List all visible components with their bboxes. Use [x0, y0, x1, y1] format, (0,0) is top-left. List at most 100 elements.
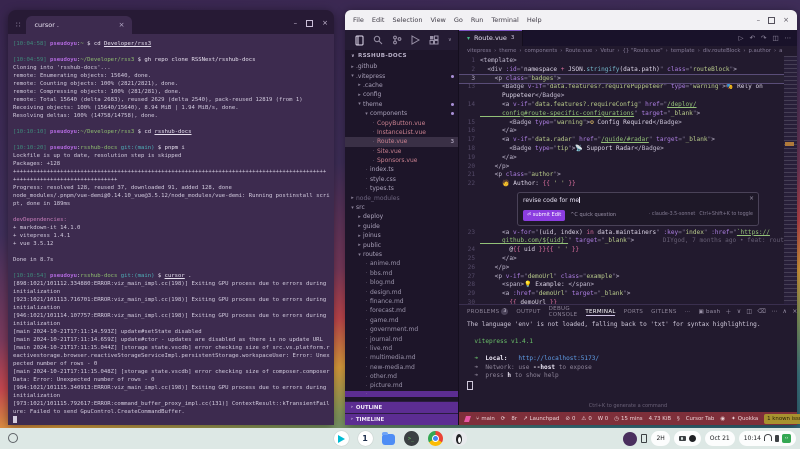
tree-item-src[interactable]: ▾src	[345, 203, 458, 212]
breadcrumb-item[interactable]: theme	[499, 48, 516, 54]
terminal-close-button[interactable]: ×	[322, 19, 328, 27]
status-cursor-tab[interactable]: Cursor Tab	[686, 416, 715, 422]
more-actions-icon[interactable]: ⋯	[785, 34, 792, 42]
tree-item-config[interactable]: ▸config	[345, 90, 458, 99]
status-1-known-issue[interactable]: 1 known issue	[764, 414, 800, 424]
tree-item-anime-md[interactable]: ·anime.md	[345, 259, 458, 268]
tree-item-multimedia-md[interactable]: ·multimedia.md	[345, 353, 458, 362]
panel-tab-ports[interactable]: PORTS	[624, 309, 643, 315]
shell-selector[interactable]: ▣bash	[698, 309, 720, 315]
menu-run[interactable]: Run	[471, 16, 483, 24]
launcher-button[interactable]	[8, 433, 18, 443]
code-editor[interactable]: 1<template>2 <div :id="namespace + JSON.…	[459, 56, 797, 304]
tree-item-design-md[interactable]: ·design.md	[345, 287, 458, 296]
ai-prompt-input[interactable]: revise code for me	[523, 197, 753, 206]
status-launchpad[interactable]: ↗Launchpad	[523, 416, 559, 422]
status-face[interactable]: ◉	[720, 416, 725, 422]
menu-file[interactable]: File	[353, 16, 364, 24]
tree-item--cache[interactable]: ▸.cache	[345, 81, 458, 90]
vscode-close-button[interactable]: ×	[783, 16, 789, 24]
tree-item-index-ts[interactable]: ·index.ts	[345, 165, 458, 174]
explorer-icon[interactable]	[355, 35, 364, 46]
status-sync[interactable]: ⟳	[501, 416, 506, 422]
tree-item-bbs-md[interactable]: ·bbs.md	[345, 269, 458, 278]
tree-item-theme[interactable]: ▾theme	[345, 100, 458, 109]
tree-item-components[interactable]: ▾components	[345, 109, 458, 118]
vscode-minimize-button[interactable]: –	[757, 16, 761, 24]
breadcrumb-item[interactable]: vitepress	[467, 48, 491, 54]
tree-item-types-ts[interactable]: ·types.ts	[345, 184, 458, 193]
tree-item--github[interactable]: ▸.github	[345, 62, 458, 71]
outline-section[interactable]: › OUTLINE	[345, 401, 458, 413]
tree-item-finance-md[interactable]: ·finance.md	[345, 297, 458, 306]
minimap[interactable]	[784, 56, 797, 304]
linux-penguin-icon[interactable]	[452, 431, 467, 446]
panel-tab-output[interactable]: OUTPUT	[516, 309, 540, 315]
status-quokka[interactable]: ✦Quokka	[731, 416, 758, 422]
explorer-root-label[interactable]: RSSHUB-DOCS	[358, 53, 407, 59]
terminal-output[interactable]: [10:04:58] pseudoyu:~ $ cd Developer/rss…	[8, 34, 334, 430]
status-15-mins[interactable]: ◷15 mins	[614, 416, 642, 422]
1password-icon[interactable]: 1	[358, 431, 373, 446]
back-icon[interactable]: ↶	[749, 34, 754, 42]
tab-route-vue[interactable]: ▾ Route.vue 3	[459, 30, 523, 46]
status--[interactable]: §	[677, 416, 680, 422]
panel-tab-terminal[interactable]: TERMINAL	[585, 309, 615, 315]
split-terminal-icon[interactable]: ◫	[746, 308, 752, 315]
new-terminal-icon[interactable]: ＋	[725, 307, 731, 316]
phone-battery-pill[interactable]: 2H	[651, 431, 669, 446]
status-main[interactable]: ⑂main	[476, 416, 495, 422]
timeline-section[interactable]: › TIMELINE	[345, 413, 458, 425]
tree-item-route-vue[interactable]: ·Route.vue3	[345, 137, 458, 146]
menu-terminal[interactable]: Terminal	[491, 16, 518, 24]
status-8r[interactable]: 8r	[511, 416, 517, 422]
kill-terminal-icon[interactable]: ⌫	[757, 308, 766, 315]
menu-view[interactable]: View	[430, 16, 445, 24]
phone-icon[interactable]	[641, 434, 647, 443]
forward-icon[interactable]: ↷	[761, 34, 766, 42]
integrated-terminal[interactable]: The language 'env' is not loaded, fallin…	[459, 318, 797, 403]
more-icon[interactable]: ⋯	[771, 308, 777, 315]
breadcrumb-item[interactable]: template	[671, 48, 695, 54]
model-selector[interactable]: · claude-3.5-sonnet	[649, 211, 695, 220]
menu-selection[interactable]: Selection	[392, 16, 422, 24]
terminal-tab[interactable]: cursor . ×	[26, 16, 132, 34]
menu-help[interactable]: Help	[527, 16, 542, 24]
breadcrumb-item[interactable]: div.routeBlock	[703, 48, 741, 54]
breadcrumb-item[interactable]: p.author	[749, 48, 772, 54]
status-cursor[interactable]	[465, 416, 470, 422]
tree-item-public[interactable]: ▸public	[345, 240, 458, 249]
tree-item[interactable]: ·	[345, 391, 458, 397]
terminal-icon[interactable]: >_	[404, 431, 419, 446]
breadcrumb-item[interactable]: {} "Route.vue"	[623, 48, 663, 54]
extensions-icon[interactable]	[429, 35, 439, 45]
tree-item-routes[interactable]: ▾routes	[345, 250, 458, 259]
terminal-titlebar[interactable]: ∷ cursor . × – ×	[8, 10, 334, 34]
files-icon[interactable]	[382, 434, 395, 445]
status-0[interactable]: ⚠0	[581, 416, 591, 422]
tree-item-joinus[interactable]: ▸joinus	[345, 231, 458, 240]
screenshot-icon[interactable]	[679, 436, 686, 441]
terminal-dropdown-icon[interactable]: ∨	[737, 308, 742, 315]
terminal-maximize-button[interactable]	[306, 20, 313, 27]
source-control-icon[interactable]	[392, 35, 402, 45]
vscode-maximize-button[interactable]	[768, 17, 775, 24]
vscode-titlebar[interactable]: FileEditSelectionViewGoRunTerminalHelp –…	[345, 10, 797, 30]
tree-item-other-md[interactable]: ·other.md	[345, 372, 458, 381]
breadcrumb-item[interactable]: a	[779, 48, 782, 54]
tree-item-instancelist-vue[interactable]: ·InstanceList.vue	[345, 128, 458, 137]
tree-item-blog-md[interactable]: ·blog.md	[345, 278, 458, 287]
panel-tab--[interactable]: ⋯	[685, 309, 691, 315]
run-button[interactable]: ▷	[738, 34, 743, 42]
run-debug-icon[interactable]	[411, 35, 420, 45]
terminal-tab-close-icon[interactable]: ×	[119, 21, 125, 29]
breadcrumb-item[interactable]: Vetur	[600, 48, 614, 54]
status-4-73-kib[interactable]: 4.73 KiB	[649, 416, 671, 422]
status-0[interactable]: ⊘0	[565, 416, 575, 422]
tree-item-guide[interactable]: ▸guide	[345, 222, 458, 231]
tree-item-picture-md[interactable]: ·picture.md	[345, 381, 458, 390]
tree-item-copybutton-vue[interactable]: ·CopyButton.vue	[345, 118, 458, 127]
phone-hub-avatar[interactable]	[623, 432, 637, 446]
tree-item-style-css[interactable]: ·style.css	[345, 175, 458, 184]
chevron-down-icon[interactable]: ∨	[351, 54, 355, 59]
